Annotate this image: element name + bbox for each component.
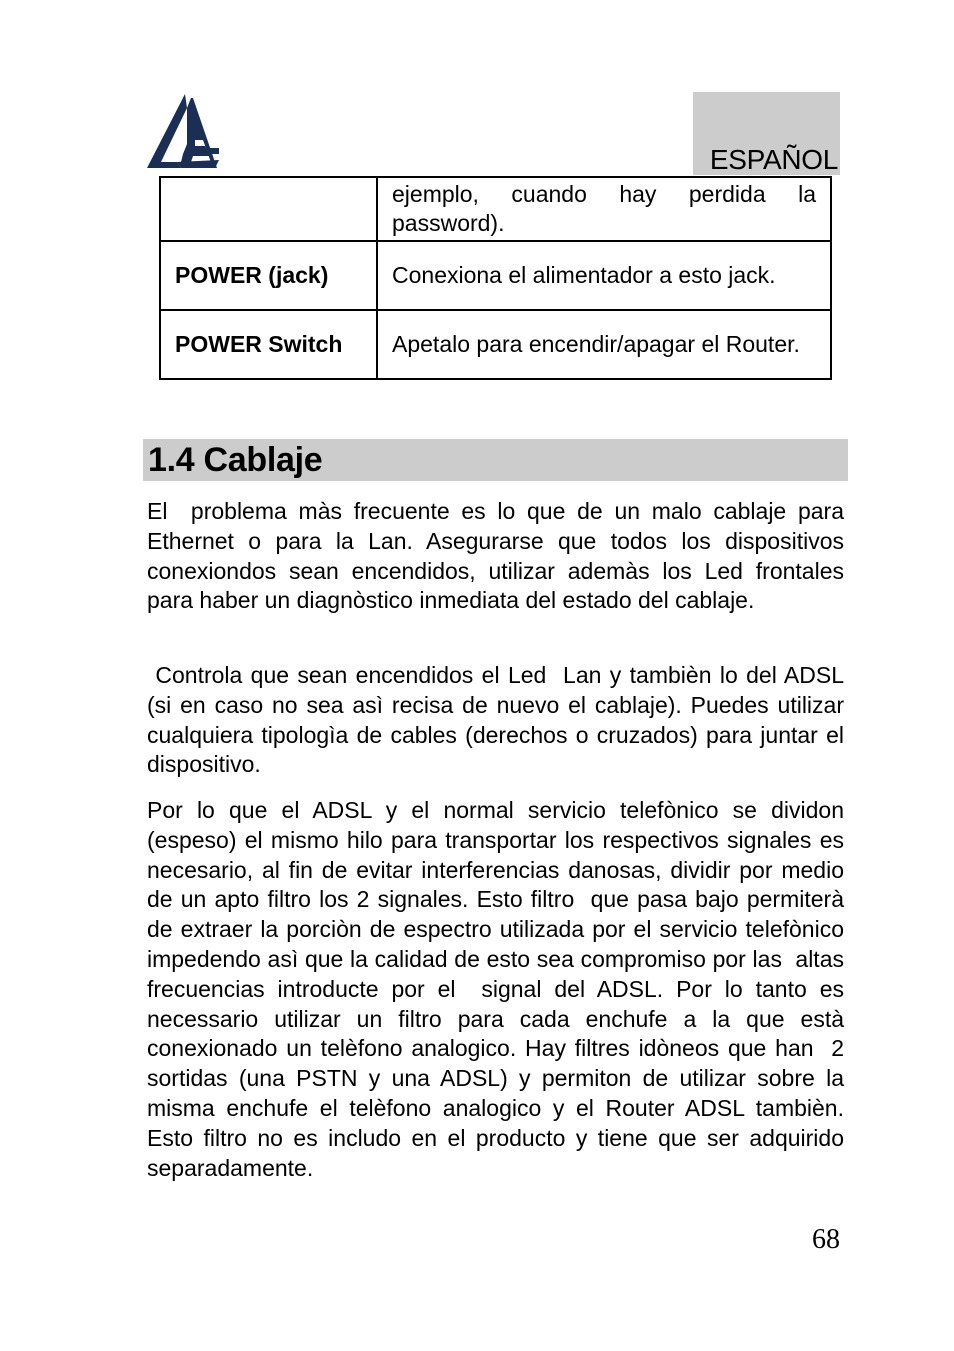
paragraph: Por lo que el ADSL y el normal servicio …: [147, 796, 844, 1183]
paragraph-text: El problema màs frecuente es lo que de u…: [147, 498, 851, 614]
paragraph-text: Por lo que el ADSL y el normal servicio …: [147, 797, 857, 1181]
paragraph: El problema màs frecuente es lo que de u…: [147, 497, 844, 616]
table-key-cell: POWER (jack): [159, 240, 378, 311]
language-label: ESPAÑOL: [709, 144, 838, 175]
table-value-cell: Conexiona el alimentador a esto jack.: [376, 240, 832, 311]
section-title: 1.4 Cablaje: [148, 441, 323, 479]
table-row: POWER (jack) Conexiona el alimentador a …: [159, 240, 832, 311]
table-key-cell: [159, 176, 378, 242]
table-row: ejemplo, cuando hay perdida la password)…: [159, 176, 832, 242]
paragraph: Controla que sean encendidos el Led Lan …: [147, 661, 844, 780]
table-value-cell: ejemplo, cuando hay perdida la password)…: [376, 176, 832, 242]
page-number: 68: [812, 1224, 840, 1255]
table-row: POWER Switch Apetalo para encendir/apaga…: [159, 309, 832, 380]
paragraph-text: Controla que sean encendidos el Led Lan …: [147, 662, 851, 778]
table-value-cell: Apetalo para encendir/apagar el Router.: [376, 309, 832, 380]
spec-table: ejemplo, cuando hay perdida la password)…: [159, 176, 832, 380]
section-header: 1.4 Cablaje: [143, 439, 848, 481]
atlantis-land-logo-icon: [147, 92, 219, 170]
table-key-cell: POWER Switch: [159, 309, 378, 380]
language-header: ESPAÑOL: [693, 92, 840, 175]
